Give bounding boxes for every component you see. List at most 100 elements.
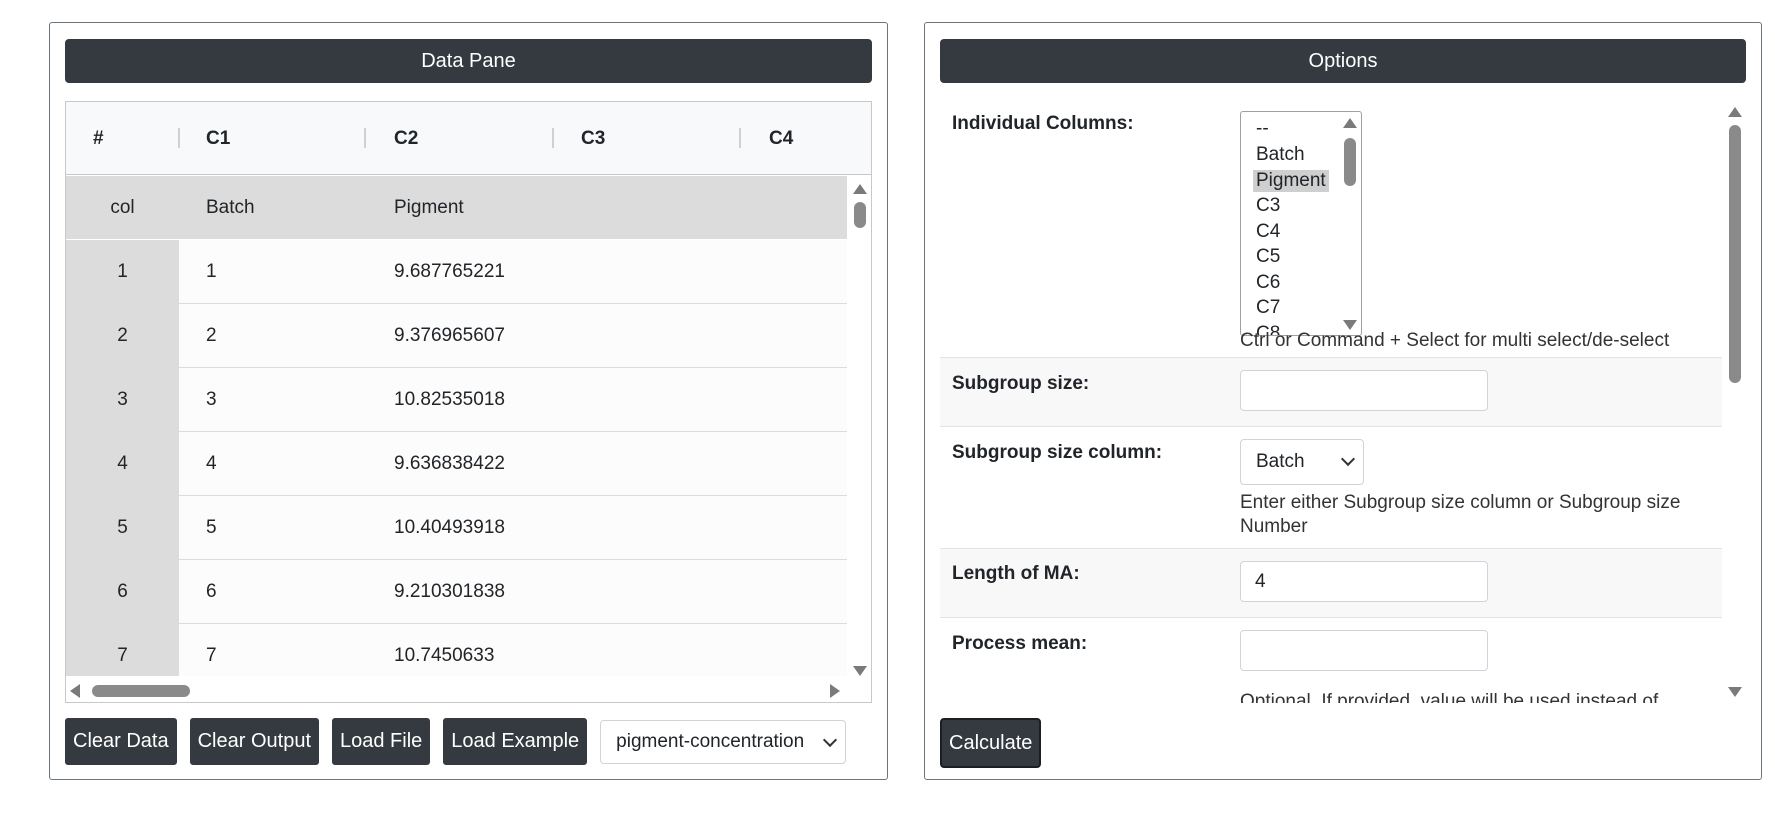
- calculate-button[interactable]: Calculate: [940, 718, 1042, 768]
- scroll-up-icon[interactable]: [1728, 107, 1742, 117]
- list-item[interactable]: C6: [1253, 272, 1283, 294]
- table-row: 3 3 10.82535018: [66, 368, 847, 432]
- column-header-c3[interactable]: C3: [581, 102, 605, 175]
- column-resize-handle[interactable]: [364, 128, 366, 148]
- clear-data-button[interactable]: Clear Data: [65, 718, 177, 765]
- subgroup-size-column-label: Subgroup size column:: [952, 442, 1163, 463]
- list-item[interactable]: --: [1253, 118, 1272, 140]
- table-row: 1 1 9.687765221: [66, 240, 847, 304]
- scrollbar-thumb[interactable]: [1344, 138, 1356, 186]
- list-item[interactable]: Batch: [1253, 144, 1308, 166]
- table-cell[interactable]: Batch: [206, 176, 255, 239]
- table-row: 7 7 10.7450633: [66, 624, 847, 676]
- table-cell[interactable]: 9.376965607: [394, 304, 505, 367]
- table-cell[interactable]: 6: [206, 560, 217, 623]
- row-index-cell[interactable]: 3: [66, 368, 179, 431]
- column-resize-handle[interactable]: [739, 128, 741, 148]
- scrollbar-thumb[interactable]: [854, 202, 866, 228]
- table-cell[interactable]: 7: [206, 624, 217, 676]
- row-index-cell[interactable]: 5: [66, 496, 179, 559]
- data-pane-title: Data Pane: [65, 39, 872, 83]
- column-header-index[interactable]: #: [93, 102, 104, 175]
- subgroup-size-column-row: Subgroup size column: Batch Enter either…: [940, 427, 1722, 549]
- scroll-left-icon[interactable]: [70, 684, 80, 698]
- row-index-cell[interactable]: 6: [66, 560, 179, 623]
- row-index-cell[interactable]: 7: [66, 624, 179, 676]
- grid-body: col Batch Pigment 1 1 9.687765221 2 2 9.…: [66, 176, 847, 676]
- subgroup-size-column-select[interactable]: Batch: [1240, 439, 1364, 485]
- table-cell[interactable]: 9.210301838: [394, 560, 505, 623]
- load-example-button[interactable]: Load Example: [443, 718, 588, 765]
- options-form: Individual Columns: -- Batch Pigment C3 …: [940, 101, 1722, 703]
- length-of-ma-row: Length of MA: 4: [940, 549, 1722, 618]
- column-resize-handle[interactable]: [552, 128, 554, 148]
- subgroup-size-column-value: Batch: [1256, 451, 1305, 472]
- table-cell[interactable]: 10.7450633: [394, 624, 494, 676]
- row-index-cell[interactable]: 4: [66, 432, 179, 495]
- table-cell[interactable]: 1: [206, 240, 217, 303]
- row-index-cell[interactable]: 1: [66, 240, 179, 303]
- data-actions-toolbar: Clear Data Clear Output Load File Load E…: [65, 718, 847, 765]
- table-row: 6 6 9.210301838: [66, 560, 847, 624]
- table-row: col Batch Pigment: [66, 176, 847, 239]
- length-of-ma-label: Length of MA:: [952, 563, 1080, 584]
- column-header-c4[interactable]: C4: [769, 102, 793, 175]
- table-row: 4 4 9.636838422: [66, 432, 847, 496]
- table-cell[interactable]: 10.40493918: [394, 496, 505, 559]
- data-pane-panel: Data Pane # C1 C2 C3 C4 col Batch Pigmen…: [49, 22, 888, 780]
- example-dataset-select[interactable]: pigment-concentration: [600, 719, 847, 764]
- scroll-down-icon[interactable]: [853, 666, 867, 676]
- scrollbar-thumb[interactable]: [92, 685, 190, 697]
- list-item[interactable]: C5: [1253, 246, 1283, 268]
- scroll-down-icon[interactable]: [1728, 687, 1742, 697]
- row-index-cell[interactable]: col: [66, 176, 179, 239]
- table-row: 5 5 10.40493918: [66, 496, 847, 560]
- example-dataset-value: pigment-concentration: [616, 730, 805, 752]
- subgroup-size-label: Subgroup size:: [952, 373, 1090, 394]
- process-mean-row: Process mean: Optional. If provided, val…: [940, 618, 1722, 703]
- process-mean-hint: Optional. If provided, value will be use…: [1240, 691, 1659, 703]
- individual-columns-label: Individual Columns:: [952, 113, 1134, 134]
- options-title: Options: [940, 39, 1746, 83]
- table-cell[interactable]: 3: [206, 368, 217, 431]
- options-panel: Options Individual Columns: -- Batch Pig…: [924, 22, 1762, 780]
- list-item[interactable]: C7: [1253, 297, 1283, 319]
- subgroup-size-column-hint: Enter either Subgroup size column or Sub…: [1240, 492, 1681, 537]
- list-item-selected[interactable]: Pigment: [1253, 170, 1329, 192]
- process-mean-input[interactable]: [1240, 630, 1488, 671]
- table-cell[interactable]: 9.687765221: [394, 240, 505, 303]
- load-file-button[interactable]: Load File: [332, 718, 431, 765]
- clear-output-button[interactable]: Clear Output: [189, 718, 319, 765]
- length-of-ma-input[interactable]: 4: [1240, 561, 1488, 602]
- scroll-up-icon[interactable]: [853, 184, 867, 194]
- options-vertical-scrollbar[interactable]: [1724, 101, 1746, 703]
- subgroup-size-row: Subgroup size:: [940, 358, 1722, 427]
- chevron-down-icon: [823, 732, 838, 747]
- individual-columns-row: Individual Columns: -- Batch Pigment C3 …: [940, 101, 1722, 358]
- table-cell[interactable]: Pigment: [394, 176, 464, 239]
- scroll-up-icon[interactable]: [1343, 118, 1357, 128]
- table-cell[interactable]: 4: [206, 432, 217, 495]
- grid-vertical-scrollbar[interactable]: [849, 176, 871, 680]
- table-cell[interactable]: 2: [206, 304, 217, 367]
- row-index-cell[interactable]: 2: [66, 304, 179, 367]
- column-header-c1[interactable]: C1: [206, 102, 230, 175]
- grid-column-header: # C1 C2 C3 C4: [66, 102, 871, 175]
- column-resize-handle[interactable]: [178, 128, 180, 148]
- list-item[interactable]: C4: [1253, 221, 1283, 243]
- table-cell[interactable]: 5: [206, 496, 217, 559]
- table-cell[interactable]: 9.636838422: [394, 432, 505, 495]
- column-header-c2[interactable]: C2: [394, 102, 418, 175]
- list-item[interactable]: C3: [1253, 195, 1283, 217]
- individual-columns-listbox[interactable]: -- Batch Pigment C3 C4 C5 C6 C7 C8: [1240, 111, 1362, 336]
- table-cell[interactable]: 10.82535018: [394, 368, 505, 431]
- scrollbar-thumb[interactable]: [1729, 125, 1741, 383]
- subgroup-size-input[interactable]: [1240, 370, 1488, 411]
- data-grid: # C1 C2 C3 C4 col Batch Pigment 1 1 9.68…: [65, 101, 872, 703]
- chevron-down-icon: [1340, 451, 1356, 467]
- scroll-right-icon[interactable]: [830, 684, 840, 698]
- process-mean-label: Process mean:: [952, 633, 1088, 654]
- table-row: 2 2 9.376965607: [66, 304, 847, 368]
- individual-columns-hint: Ctrl or Command + Select for multi selec…: [1240, 330, 1670, 351]
- grid-horizontal-scrollbar[interactable]: [66, 680, 871, 702]
